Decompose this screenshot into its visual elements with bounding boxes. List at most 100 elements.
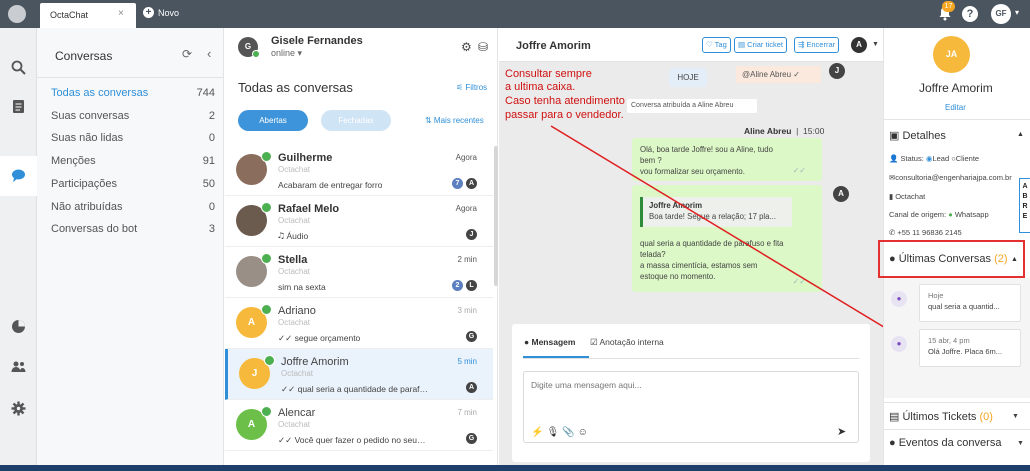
- last-message: ✓✓ qual seria a quantidade de paraf…: [281, 384, 429, 394]
- section-title-row: ● Eventos da conversa: [889, 437, 1001, 449]
- user-avatar[interactable]: GF: [991, 4, 1011, 24]
- source-label: Octachat: [278, 318, 311, 327]
- tab-octachat[interactable]: OctaChat ×: [40, 3, 136, 28]
- sidebar-item-unread[interactable]: Suas não lidas 0: [51, 132, 215, 144]
- chat-bubble-icon: ●: [891, 291, 907, 307]
- app-logo: [8, 5, 26, 23]
- chat-icon: ●: [889, 437, 899, 449]
- tab-letter: A: [1022, 183, 1028, 190]
- time-label: Agora: [455, 153, 477, 162]
- ticket-icon: ▤: [889, 411, 903, 423]
- last-message: Acabaram de entregar forro: [278, 180, 383, 190]
- time-label: 7 min: [457, 408, 477, 417]
- last-message: ✓✓ Você quer fazer o pedido no seu…: [278, 435, 426, 445]
- chevron-up-icon[interactable]: ▲: [1017, 131, 1024, 138]
- list-title: Todas as conversas: [238, 80, 353, 95]
- contact-name: Joffre Amorim: [281, 356, 349, 368]
- whatsapp-icon: ●: [948, 210, 953, 219]
- search-icon[interactable]: [11, 60, 26, 75]
- sidebar-item-yours[interactable]: Suas conversas 2: [51, 110, 215, 122]
- new-tab-label: Novo: [158, 7, 180, 18]
- company-row: ▮ Octachat: [889, 192, 925, 201]
- chat-icon: [12, 169, 25, 182]
- conversation-item-rafael[interactable]: Rafael Melo Octachat 🎝 Áudio Agora J: [225, 196, 493, 247]
- sidebar-item-participations[interactable]: Participações 50: [51, 178, 215, 190]
- conversation-item-alencar[interactable]: A Alencar Octachat ✓✓ Você quer fazer o …: [225, 400, 493, 451]
- chevron-down-icon[interactable]: ▼: [1017, 440, 1024, 447]
- os-taskbar: [0, 465, 1030, 471]
- last-message: 🎝 Áudio: [278, 231, 309, 241]
- sidebar-item-all[interactable]: Todas as conversas 744: [51, 87, 215, 99]
- status-row: 👤 Status: ◉Lead ○Cliente: [889, 154, 979, 163]
- phone-value: +55 11 96836 2145: [897, 228, 962, 237]
- source-label: Octachat: [278, 267, 311, 276]
- conversation-item-joffre[interactable]: J Joffre Amorim Octachat ✓✓ qual seria a…: [225, 349, 493, 400]
- last-tickets-header[interactable]: ▤ Últimos Tickets (0) ▼: [884, 402, 1030, 429]
- email-row: ✉consultoria@engenhariajpa.com.br: [889, 173, 1019, 182]
- last-conversation-item[interactable]: Hoje qual seria a quantid...: [919, 284, 1021, 322]
- filters-button[interactable]: ⚟ Filtros: [456, 83, 487, 92]
- lead-label: Lead: [932, 154, 950, 163]
- help-icon[interactable]: ?: [962, 6, 978, 22]
- section-title: Detalhes: [902, 130, 946, 142]
- conversation-item-adriano[interactable]: A Adriano Octachat ✓✓ segue orçamento 3 …: [225, 298, 493, 349]
- chevron-down-icon[interactable]: ▾: [1015, 8, 1019, 17]
- origin-value: Whatsapp: [954, 210, 989, 219]
- last-message: ✓✓ segue orçamento: [278, 333, 361, 343]
- conversation-date: 15 abr, 4 pm: [928, 336, 970, 345]
- nav-conversations[interactable]: [0, 156, 37, 196]
- contact-avatar: JA: [933, 36, 970, 73]
- divider: [884, 119, 1030, 120]
- refresh-icon[interactable]: ⟳: [182, 47, 192, 61]
- open-side-tab[interactable]: A B R E: [1019, 178, 1030, 233]
- conversation-item-guilherme[interactable]: Guilherme Octachat Acabaram de entregar …: [225, 145, 493, 196]
- sidebar-item-mentions[interactable]: Menções 91: [51, 155, 215, 167]
- users-icon[interactable]: [11, 359, 26, 374]
- contact-name: Joffre Amorim: [919, 81, 993, 95]
- new-tab-button[interactable]: + Novo: [143, 7, 179, 18]
- last-conversations-header[interactable]: ● Últimas Conversas (2): [889, 253, 1008, 265]
- scrollbar[interactable]: [494, 146, 498, 286]
- divider: [37, 77, 223, 78]
- agent-badge: A: [466, 382, 477, 393]
- last-message: sim na sexta: [278, 282, 326, 292]
- collapse-icon[interactable]: ‹: [207, 46, 211, 61]
- edit-contact-link[interactable]: Editar: [945, 103, 966, 112]
- sidebar-item-unassigned[interactable]: Não atribuídas 0: [51, 201, 215, 213]
- user-icon: 👤: [889, 154, 901, 163]
- sidebar-item-bot[interactable]: Conversas do bot 3: [51, 223, 215, 235]
- phone-row: ✆ +55 11 96836 2145: [889, 228, 962, 237]
- sort-recent-button[interactable]: ⇅ Mais recentes: [425, 116, 484, 125]
- company-value: Octachat: [895, 192, 926, 201]
- chevron-down-icon[interactable]: ▼: [1012, 413, 1019, 420]
- pie-chart-icon[interactable]: [11, 319, 26, 334]
- open-filter-button[interactable]: Abertas: [238, 110, 308, 131]
- status-label: Status:: [900, 154, 924, 163]
- document-icon[interactable]: [11, 99, 26, 114]
- agent-badge: L: [466, 280, 477, 291]
- whatsapp-icon: [261, 202, 272, 213]
- details-section-header[interactable]: ▣ Detalhes: [889, 129, 946, 142]
- conversation-date: Hoje: [928, 291, 944, 300]
- agent-badge: G: [466, 331, 477, 342]
- annotation-arrow: [550, 125, 883, 328]
- last-conversations-list: ● Hoje qual seria a quantid... ● 15 abr,…: [884, 278, 1030, 398]
- tab-close-icon[interactable]: ×: [118, 8, 124, 19]
- section-title-row: ▤ Últimos Tickets (0): [889, 410, 993, 423]
- sidebar-title: Conversas: [55, 49, 113, 63]
- plus-icon: +: [143, 7, 154, 18]
- settings-gear-icon[interactable]: ⚙: [461, 40, 472, 54]
- notification-badge: 17: [942, 1, 955, 12]
- agent-badge: J: [466, 229, 477, 240]
- agent-status-dropdown[interactable]: online ▾: [271, 48, 302, 59]
- chevron-up-icon[interactable]: ▲: [1011, 256, 1018, 263]
- conversation-events-header[interactable]: ● Eventos da conversa ▼: [884, 429, 1030, 456]
- origin-label: Canal de origem:: [889, 210, 947, 219]
- conversation-item-stella[interactable]: Stella Octachat sim na sexta 2 min 2 L: [225, 247, 493, 298]
- add-conversation-icon[interactable]: ⛁: [478, 40, 488, 54]
- gear-icon[interactable]: [11, 401, 26, 416]
- last-conversation-item[interactable]: 15 abr, 4 pm Olá Joffre. Placa 6m...: [919, 329, 1021, 367]
- whatsapp-icon: [264, 355, 275, 366]
- closed-filter-button[interactable]: Fechadas: [321, 110, 391, 131]
- conversation-list: G Gisele Fernandes online ▾ ⚙ ⛁ Todas as…: [225, 28, 498, 465]
